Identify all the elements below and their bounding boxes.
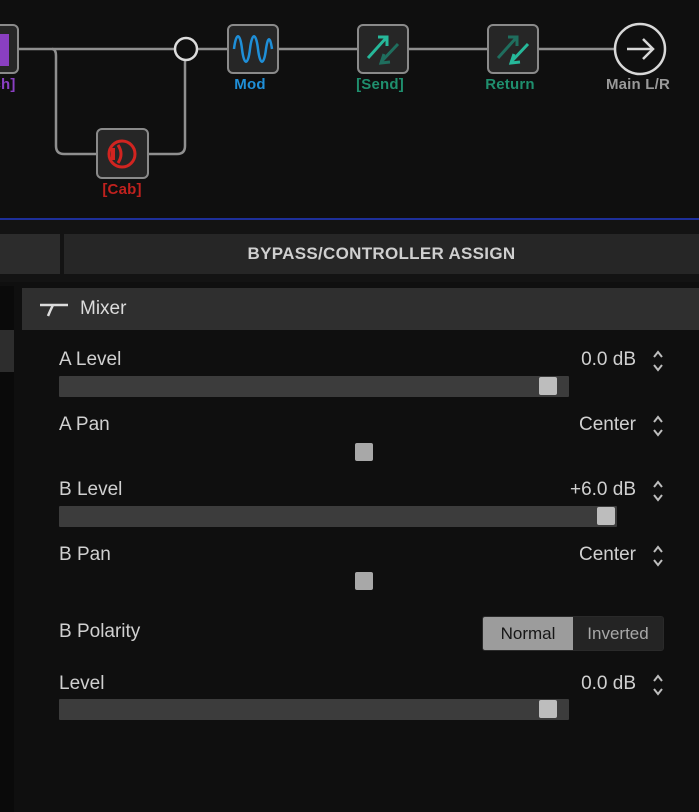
switch-block[interactable] [0,24,19,74]
b-level-slider-thumb[interactable] [597,507,615,525]
a-pan-knob[interactable] [355,443,373,461]
b-level-value[interactable]: +6.0 dB [570,479,636,501]
tab-bypass-controller-assign[interactable]: BYPASS/CONTROLLER ASSIGN [64,234,699,274]
polarity-normal-option[interactable]: Normal [483,617,573,650]
chevron-up-down-icon [653,545,663,567]
b-level-label: B Level [59,479,123,500]
level-slider-thumb[interactable] [539,700,557,718]
switch-block-icon [0,34,9,66]
level-spinner[interactable] [652,673,664,697]
b-level-slider[interactable] [59,506,617,527]
tab-bar: BYPASS/CONTROLLER ASSIGN [0,220,699,282]
mixer-title: Mixer [80,298,127,319]
b-level-spinner[interactable] [652,479,664,503]
chevron-up-down-icon [653,480,663,502]
mod-block[interactable] [227,24,279,74]
output-block[interactable] [613,22,667,76]
level-slider[interactable] [59,699,569,720]
mixer-icon [40,303,68,317]
left-strip-handle[interactable] [0,330,14,372]
b-pan-knob[interactable] [355,572,373,590]
mod-block-label: Mod [234,76,266,93]
signal-chain: ch] Mod [Send] Return Main L/R [Cab] [0,0,699,218]
cab-block[interactable] [96,128,149,179]
a-level-spinner[interactable] [652,349,664,373]
b-pan-spinner[interactable] [652,544,664,568]
send-block-label: [Send] [356,76,404,93]
a-pan-spinner[interactable] [652,414,664,438]
a-level-slider[interactable] [59,376,569,397]
a-pan-label: A Pan [59,414,110,435]
a-level-value[interactable]: 0.0 dB [581,349,636,371]
switch-block-label: ch] [0,76,16,93]
send-block[interactable] [357,24,409,74]
chevron-up-down-icon [653,674,663,696]
level-value[interactable]: 0.0 dB [581,673,636,695]
tab-block-params[interactable] [0,234,60,274]
output-block-label: Main L/R [605,76,671,93]
b-pan-value[interactable]: Center [579,544,636,566]
b-pan-label: B Pan [59,544,111,565]
chevron-up-down-icon [653,415,663,437]
b-polarity-toggle[interactable]: Normal Inverted [482,616,664,651]
return-block-label: Return [485,76,535,93]
b-polarity-label: B Polarity [59,621,141,642]
polarity-inverted-option[interactable]: Inverted [573,617,663,650]
merge-node[interactable] [173,36,199,62]
a-level-label: A Level [59,349,122,370]
cab-block-label: [Cab] [102,181,142,198]
mixer-section-header[interactable]: Mixer [22,288,699,330]
level-label: Level [59,673,105,694]
a-pan-value[interactable]: Center [579,414,636,436]
a-level-slider-thumb[interactable] [539,377,557,395]
chevron-up-down-icon [653,350,663,372]
return-block[interactable] [487,24,539,74]
